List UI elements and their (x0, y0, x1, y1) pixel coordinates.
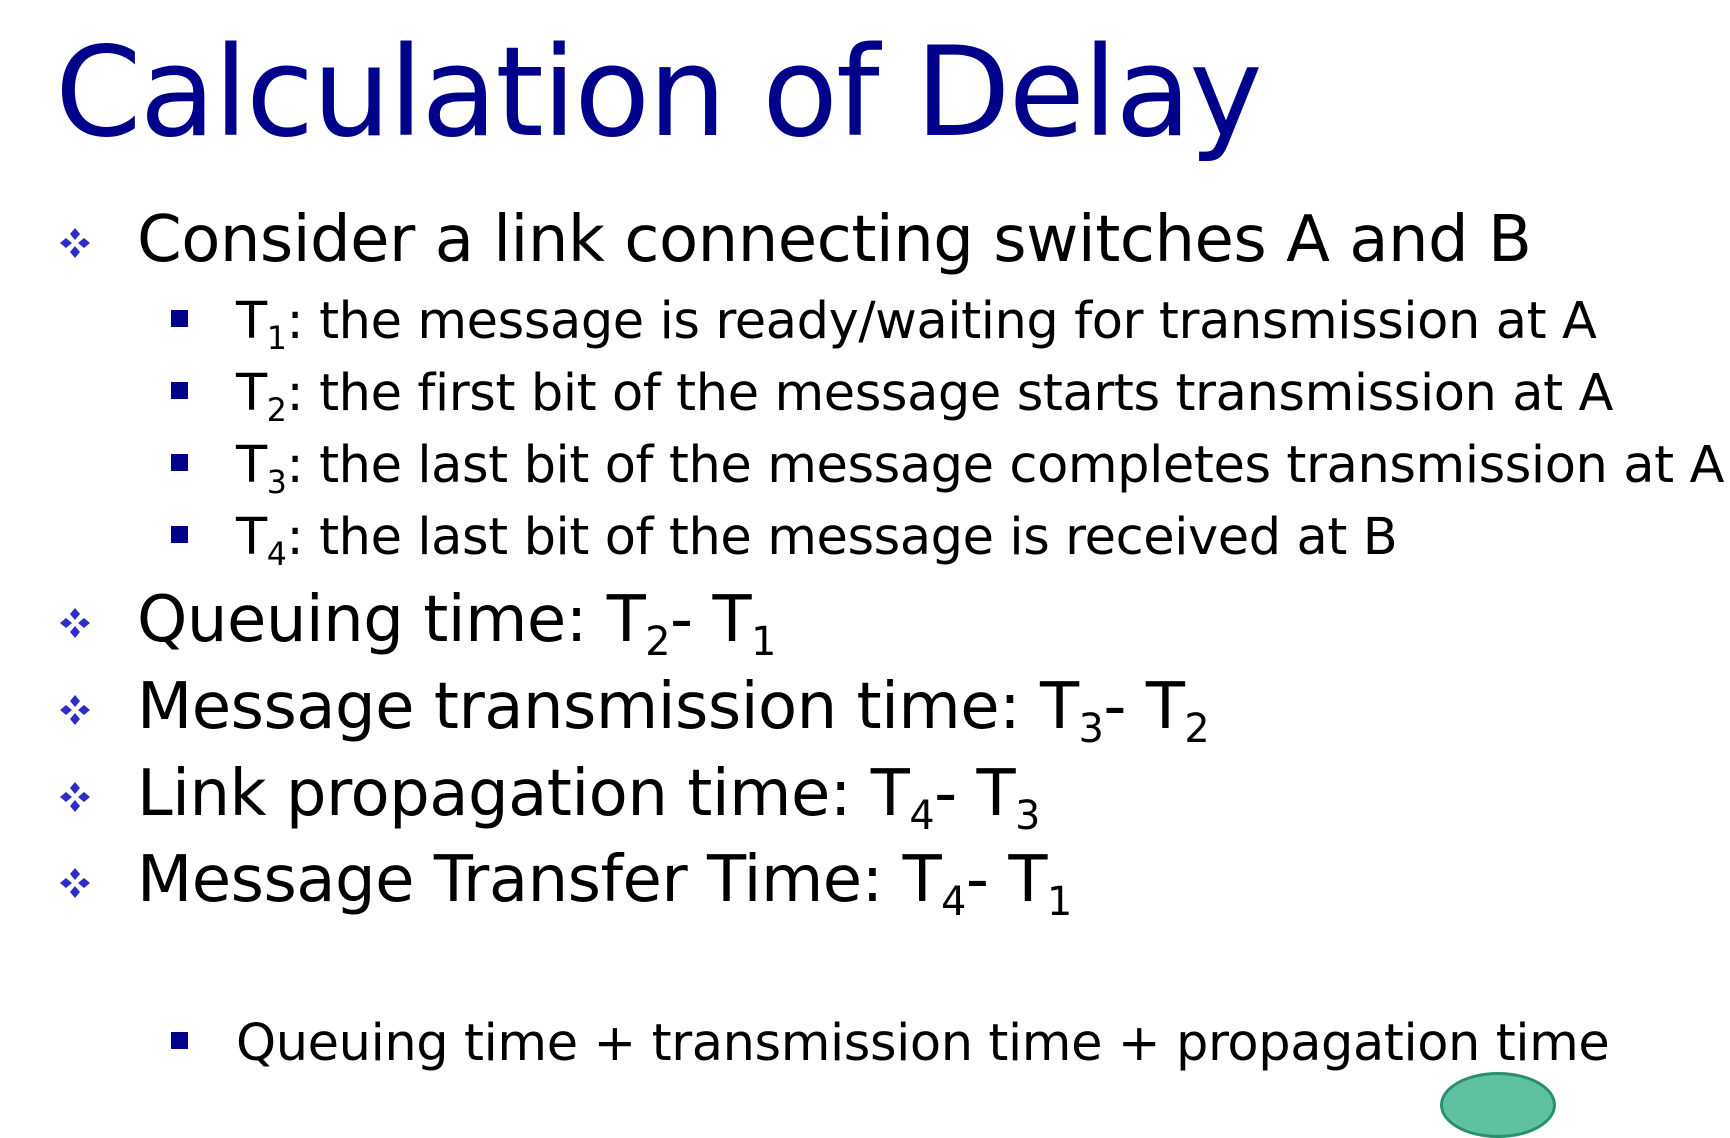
bullet-text: Link propagation time: T4- T3 (137, 757, 1040, 839)
slide: Calculation of Delay Consider a link con… (0, 0, 1730, 1138)
sub-bullet-text: Queuing time + transmission time + propa… (236, 1014, 1610, 1073)
sub-bullet-text: T4: the last bit of the message is recei… (236, 508, 1398, 574)
diamond-bullet-icon (60, 608, 90, 638)
diamond-bullet-icon (60, 868, 90, 898)
square-bullet-icon (171, 454, 188, 471)
sub-bullet-text: T3: the last bit of the message complete… (236, 436, 1724, 502)
bullet-text: Message Transfer Time: T4- T1 (137, 843, 1072, 925)
square-bullet-icon (171, 310, 188, 327)
square-bullet-icon (171, 1032, 188, 1049)
bullet-text: Queuing time: T2- T1 (137, 583, 776, 665)
decorative-shape (1440, 1072, 1556, 1138)
bullet-text: Message transmission time: T3- T2 (137, 670, 1210, 752)
bullet-text: Consider a link connecting switches A an… (137, 203, 1532, 277)
diamond-bullet-icon (60, 695, 90, 725)
diamond-bullet-icon (60, 228, 90, 258)
diamond-bullet-icon (60, 782, 90, 812)
sub-bullet-text: T2: the first bit of the message starts … (236, 364, 1614, 430)
square-bullet-icon (171, 382, 188, 399)
sub-bullet-text: T1: the message is ready/waiting for tra… (236, 292, 1597, 358)
square-bullet-icon (171, 526, 188, 543)
slide-title: Calculation of Delay (55, 21, 1263, 165)
